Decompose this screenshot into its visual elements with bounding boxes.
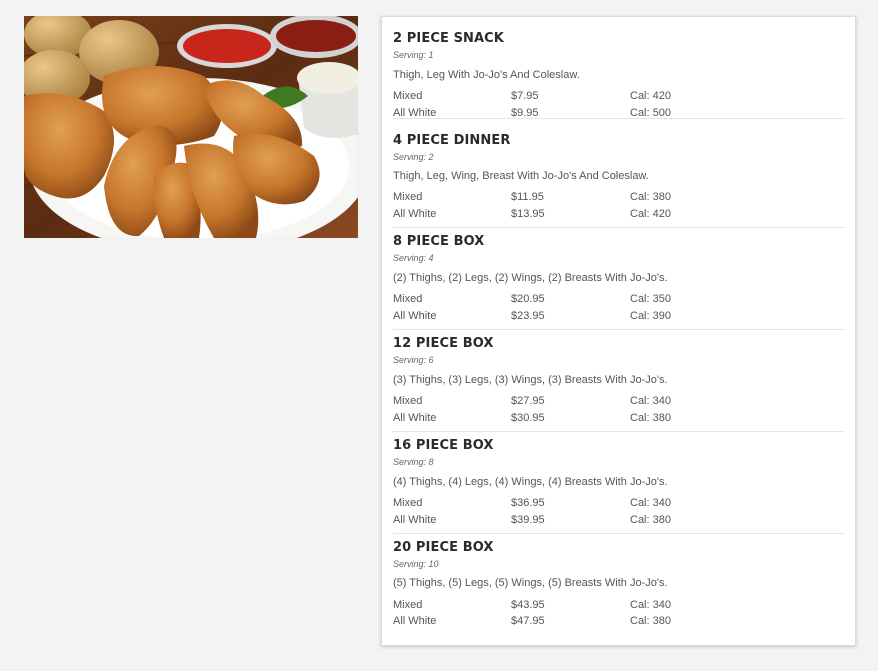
option-price: $47.95 xyxy=(511,615,545,627)
option-name: All White xyxy=(393,310,437,322)
option-price: $11.95 xyxy=(511,191,544,203)
option-name: All White xyxy=(393,208,437,220)
option-name: Mixed xyxy=(393,293,423,305)
option-name: All White xyxy=(393,107,437,119)
menu-item-8-piece-box: 8 PIECE BOX Serving: 4 (2) Thighs, (2) L… xyxy=(393,228,845,330)
price-row-all-white: All White $39.95 Cal: 380 xyxy=(393,514,845,530)
item-description: (3) Thighs, (3) Legs, (3) Wings, (3) Bre… xyxy=(393,374,668,386)
option-calories: Cal: 350 xyxy=(630,293,671,305)
item-serving: Serving: 1 xyxy=(393,50,434,60)
price-row-mixed: Mixed $27.95 Cal: 340 xyxy=(393,395,845,411)
option-name: Mixed xyxy=(393,599,423,611)
option-name: All White xyxy=(393,412,437,424)
option-price: $27.95 xyxy=(511,395,545,407)
price-row-mixed: Mixed $20.95 Cal: 350 xyxy=(393,293,845,309)
option-price: $43.95 xyxy=(511,599,545,611)
option-calories: Cal: 380 xyxy=(630,191,671,203)
option-price: $7.95 xyxy=(511,90,539,102)
option-price: $39.95 xyxy=(511,514,545,526)
item-serving: Serving: 8 xyxy=(393,457,434,467)
price-row-mixed: Mixed $36.95 Cal: 340 xyxy=(393,497,845,513)
price-row-all-white: All White $47.95 Cal: 380 xyxy=(393,615,845,631)
option-calories: Cal: 340 xyxy=(630,599,671,611)
item-title: 16 PIECE BOX xyxy=(393,438,494,453)
option-price: $23.95 xyxy=(511,310,545,322)
item-serving: Serving: 2 xyxy=(393,152,434,162)
option-calories: Cal: 390 xyxy=(630,310,671,322)
menu-item-12-piece-box: 12 PIECE BOX Serving: 6 (3) Thighs, (3) … xyxy=(393,330,845,432)
item-title: 4 PIECE DINNER xyxy=(393,133,511,148)
option-calories: Cal: 420 xyxy=(630,90,671,102)
menu-card: 2 PIECE SNACK Serving: 1 Thigh, Leg With… xyxy=(381,16,856,646)
option-price: $36.95 xyxy=(511,497,545,509)
item-description: (5) Thighs, (5) Legs, (5) Wings, (5) Bre… xyxy=(393,577,668,589)
option-price: $20.95 xyxy=(511,293,545,305)
item-description: (4) Thighs, (4) Legs, (4) Wings, (4) Bre… xyxy=(393,476,668,488)
option-price: $9.95 xyxy=(511,107,539,119)
option-name: Mixed xyxy=(393,90,423,102)
option-calories: Cal: 380 xyxy=(630,615,671,627)
option-name: Mixed xyxy=(393,395,423,407)
item-title: 8 PIECE BOX xyxy=(393,234,485,249)
item-serving: Serving: 10 xyxy=(393,559,439,569)
item-title: 20 PIECE BOX xyxy=(393,540,494,555)
price-row-all-white: All White $23.95 Cal: 390 xyxy=(393,310,845,326)
option-price: $30.95 xyxy=(511,412,545,424)
menu-item-20-piece-box: 20 PIECE BOX Serving: 10 (5) Thighs, (5)… xyxy=(393,534,845,636)
option-calories: Cal: 340 xyxy=(630,497,671,509)
price-row-mixed: Mixed $7.95 Cal: 420 xyxy=(393,90,845,106)
option-name: All White xyxy=(393,514,437,526)
option-name: Mixed xyxy=(393,191,423,203)
item-serving: Serving: 4 xyxy=(393,253,434,263)
option-calories: Cal: 500 xyxy=(630,107,671,119)
menu-item-2-piece-snack: 2 PIECE SNACK Serving: 1 Thigh, Leg With… xyxy=(393,17,845,119)
option-name: Mixed xyxy=(393,497,423,509)
option-calories: Cal: 340 xyxy=(630,395,671,407)
menu-item-16-piece-box: 16 PIECE BOX Serving: 8 (4) Thighs, (4) … xyxy=(393,432,845,534)
price-row-all-white: All White $9.95 Cal: 500 xyxy=(393,107,845,123)
item-description: Thigh, Leg With Jo-Jo's And Coleslaw. xyxy=(393,69,580,81)
option-price: $13.95 xyxy=(511,208,545,220)
menu-item-4-piece-dinner: 4 PIECE DINNER Serving: 2 Thigh, Leg, Wi… xyxy=(393,126,845,228)
food-illustration xyxy=(24,16,358,238)
price-row-mixed: Mixed $43.95 Cal: 340 xyxy=(393,599,845,615)
item-serving: Serving: 6 xyxy=(393,355,434,365)
fried-chicken-photo xyxy=(24,16,358,238)
price-row-all-white: All White $13.95 Cal: 420 xyxy=(393,208,845,224)
price-row-all-white: All White $30.95 Cal: 380 xyxy=(393,412,845,428)
item-description: (2) Thighs, (2) Legs, (2) Wings, (2) Bre… xyxy=(393,272,668,284)
item-description: Thigh, Leg, Wing, Breast With Jo-Jo's An… xyxy=(393,170,649,182)
price-row-mixed: Mixed $11.95 Cal: 380 xyxy=(393,191,845,207)
item-title: 12 PIECE BOX xyxy=(393,336,494,351)
option-calories: Cal: 420 xyxy=(630,208,671,220)
option-calories: Cal: 380 xyxy=(630,514,671,526)
item-title: 2 PIECE SNACK xyxy=(393,31,504,46)
option-calories: Cal: 380 xyxy=(630,412,671,424)
option-name: All White xyxy=(393,615,437,627)
